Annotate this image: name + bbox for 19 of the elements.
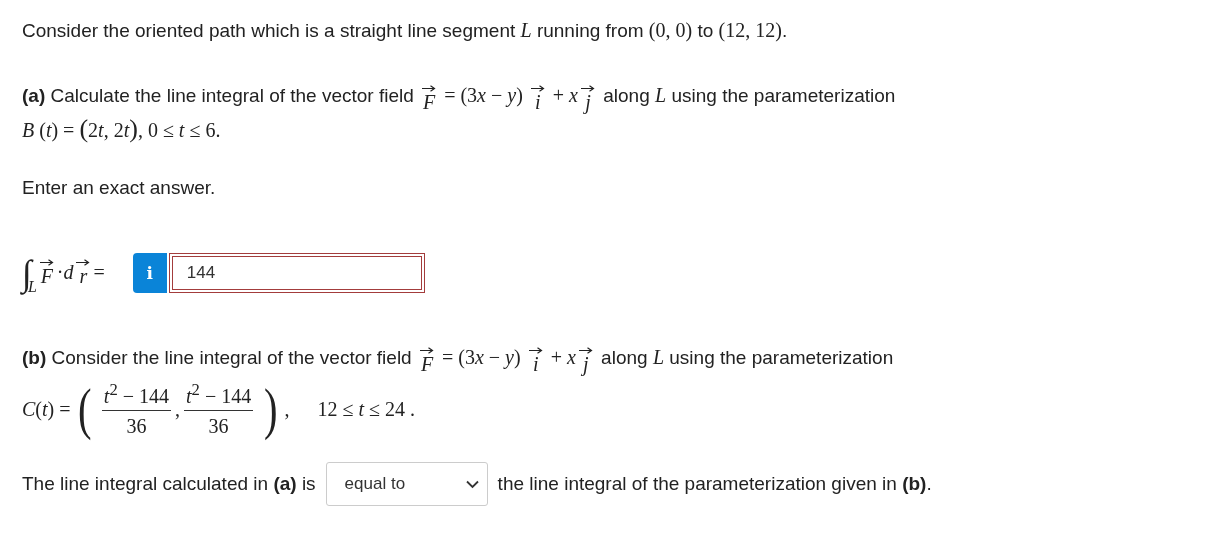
answer-field[interactable]: 144	[168, 252, 425, 293]
info-button[interactable]: i	[132, 252, 167, 293]
comparison-text: the line integral of the parameterization given in (b).	[497, 473, 932, 496]
integral-formula: ∫$_{L}$ F ·d r =	[22, 252, 105, 298]
arrow-icon	[76, 259, 91, 267]
problem-statement: Consider the oriented path which is a straight line segment L running from (0, 0) to (12, 12).	[22, 18, 789, 44]
part-b-question: (b) Consider the line integral of the vector field F = (3x − y) i + x j along L using the parameterization	[22, 345, 895, 375]
arrow-icon	[528, 347, 543, 355]
comparison-dropdown[interactable]: equal to	[325, 462, 488, 507]
comparison-text: The line integral calculated in (a) is	[22, 473, 316, 496]
arrow-icon	[420, 347, 434, 355]
arrow-icon	[39, 259, 54, 267]
arrow-icon	[581, 85, 595, 92]
chevron-icon	[465, 479, 479, 489]
arrow-icon	[422, 85, 437, 92]
part-a-question: (a) Calculate the line integral of the vector field F = (3x − y) i + x j along L using the parameterization B (t) = (2t, 2t), 0 ≤ t ≤ 6.	[22, 83, 897, 145]
instruction-text: Enter an exact answer.	[22, 176, 217, 200]
arrow-icon	[530, 85, 545, 92]
arrow-icon	[578, 347, 593, 355]
